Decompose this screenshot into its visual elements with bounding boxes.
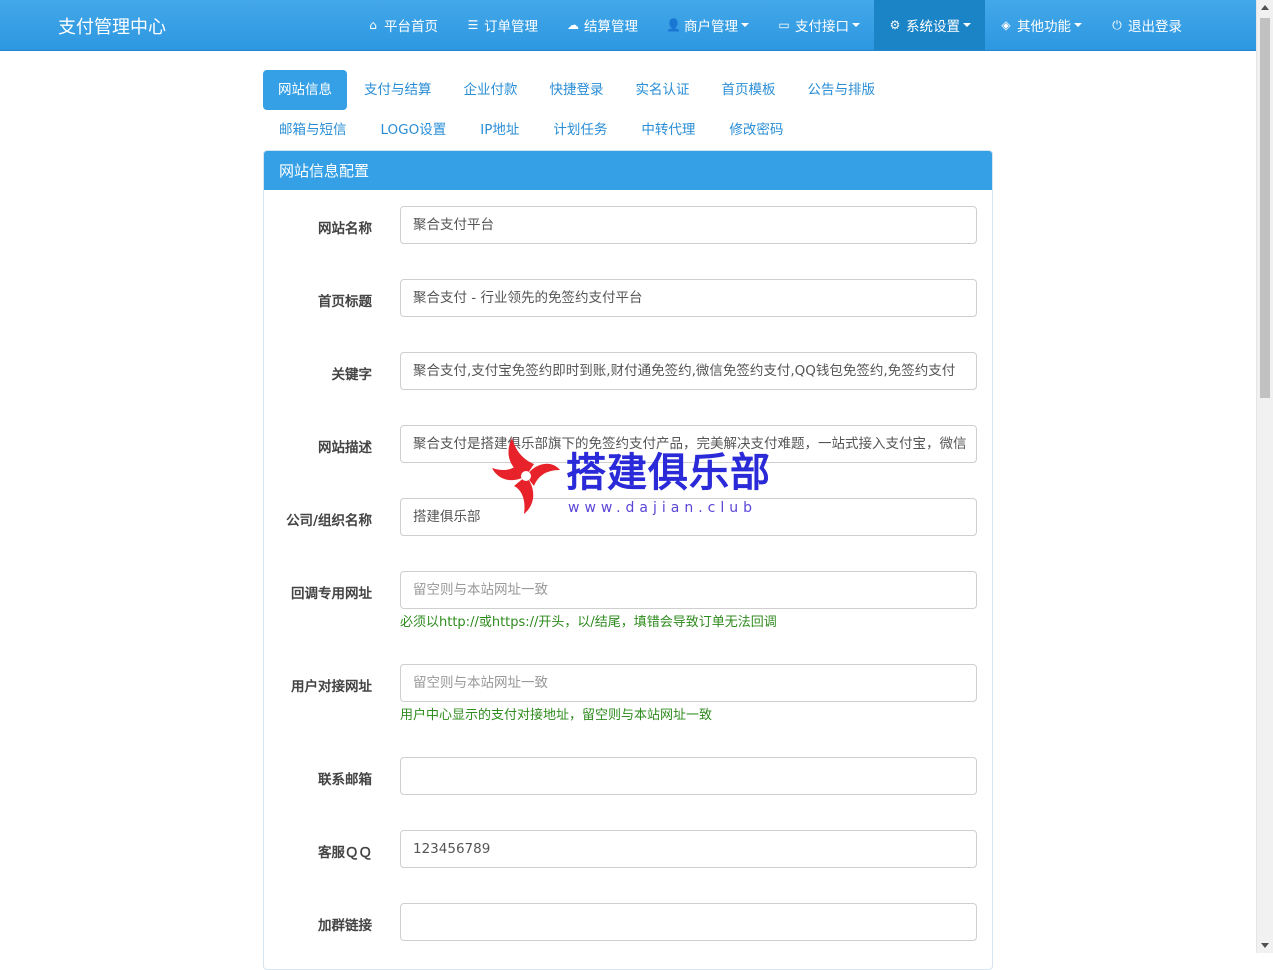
company-name-label: 公司/组织名称 [286,513,372,529]
site-info-panel: 网站信息配置 网站名称 聚合支付平台首页标题 聚合支付 - 行业领先的免签约支付平台… [263,150,993,970]
caret-down-icon [963,23,971,27]
pinwheel-logo-icon [492,438,560,514]
tab-tabs_row1-1[interactable]: 支付与结算 [349,70,447,110]
user-api-url-label: 用户对接网址 [291,679,372,695]
user-icon: 👤 [666,18,681,32]
cube-icon: ◈ [1001,18,1011,32]
tab-tabs_row2-1[interactable]: LOGO设置 [365,110,463,150]
watermark: 搭建俱乐部 www.dajian.club [486,430,786,530]
keywords-label: 关键字 [331,367,373,383]
site-name-input[interactable]: 聚合支付平台 [400,206,977,244]
callback-url-help-text: 必须以http://或https://开头，以/结尾，填错会导致订单无法回调 [400,615,777,630]
home-title-input[interactable]: 聚合支付 - 行业领先的免签约支付平台 [400,279,977,317]
service-qq-label: 客服ＱＱ [318,845,372,861]
tab-tabs_row2-3[interactable]: 计划任务 [537,110,623,150]
tab-tabs_row1-3[interactable]: 快捷登录 [535,70,619,110]
tab-tabs_row2-0[interactable]: 邮箱与短信 [263,110,363,150]
tab-tabs_row2-2[interactable]: IP地址 [464,110,535,150]
user-api-url-help-text: 用户中心显示的支付对接地址，留空则与本站网址一致 [400,708,713,723]
nav-item-7[interactable]: ⏻ 退出登录 [1096,0,1196,50]
watermark-url: www.dajian.club [568,500,758,516]
nav-item-label: 商户管理 [684,19,738,35]
callback-url-input[interactable]: 留空则与本站网址一致 [400,571,977,609]
home-icon: ⌂ [369,18,377,32]
callback-url-label: 回调专用网址 [291,586,372,602]
nav-item-label: 系统设置 [906,19,960,35]
credit-card-icon: ▭ [778,18,790,32]
caret-down-icon [741,23,749,27]
nav-item-label: 支付接口 [795,19,849,35]
panel-title: 网站信息配置 [264,151,992,190]
settings-tabs: 网站信息 支付与结算 企业付款 快捷登录 实名认证 首页模板 公告与排版 邮箱与短信 LOGO… [263,70,993,150]
nav-item-label: 结算管理 [584,19,638,35]
top-navbar: 支付管理中心 ⌂ 平台首页 ☰ 订单管理 ☁ 结算管理 👤 商户管理 ▭ 支付接口 ⚙ 系统设置 ◈ 其他… [0,0,1256,51]
nav-item-6[interactable]: ◈ 其他功能 [985,0,1096,50]
nav-item-2[interactable]: ☁ 结算管理 [552,0,652,50]
nav-item-0[interactable]: ⌂ 平台首页 [352,0,452,50]
group-link-label: 加群链接 [318,918,372,934]
tab-tabs_row1-4[interactable]: 实名认证 [621,70,705,110]
gear-icon: ⚙ [889,18,901,32]
tab-tabs_row2-5[interactable]: 修改密码 [713,110,799,150]
nav-item-label: 退出登录 [1128,19,1182,35]
keywords-input[interactable]: 聚合支付,支付宝免签约即时到账,财付通免签约,微信免签约支付,QQ钱包免签约,免… [400,352,977,390]
contact-email-label: 联系邮箱 [318,772,372,788]
power-icon: ⏻ [1112,17,1122,32]
tab-row-2: 邮箱与短信 LOGO设置 IP地址 计划任务 中转代理 修改密码 [263,110,993,150]
group-link-input[interactable] [400,903,977,941]
scroll-thumb[interactable] [1260,18,1270,398]
main-nav: ⌂ 平台首页 ☰ 订单管理 ☁ 结算管理 👤 商户管理 ▭ 支付接口 ⚙ 系统设置 ◈ 其他功能 ⏻ 退出登录 [352,0,1196,50]
tab-tabs_row1-5[interactable]: 首页模板 [707,70,791,110]
nav-item-label: 平台首页 [384,19,438,35]
list-icon: ☰ [467,18,479,32]
user-api-url-input[interactable]: 留空则与本站网址一致 [400,664,977,702]
scroll-down-arrow-icon[interactable] [1261,943,1269,948]
contact-email-input[interactable] [400,757,977,795]
nav-item-4[interactable]: ▭ 支付接口 [763,0,874,50]
nav-item-1[interactable]: ☰ 订单管理 [452,0,552,50]
tab-tabs_row1-6[interactable]: 公告与排版 [793,70,891,110]
caret-down-icon [852,23,860,27]
tab-tabs_row1-2[interactable]: 企业付款 [449,70,533,110]
site-description-label: 网站描述 [318,440,372,456]
brand-title[interactable]: 支付管理中心 [58,13,166,39]
cloud-icon: ☁ [567,18,579,32]
nav-item-label: 订单管理 [484,19,538,35]
vertical-scrollbar[interactable] [1256,0,1273,953]
watermark-text: 搭建俱乐部 [566,450,771,496]
tab-tabs_row2-4[interactable]: 中转代理 [625,110,711,150]
home-title-label: 首页标题 [318,294,372,310]
nav-item-5[interactable]: ⚙ 系统设置 [874,0,985,50]
site-name-label: 网站名称 [318,221,372,237]
tab-tabs_row1-0[interactable]: 网站信息 [263,70,347,110]
service-qq-input[interactable]: 123456789 [400,830,977,868]
nav-item-3[interactable]: 👤 商户管理 [652,0,763,50]
nav-item-label: 其他功能 [1017,19,1071,35]
caret-down-icon [1074,23,1082,27]
scroll-up-arrow-icon[interactable] [1261,5,1269,10]
tab-row-1: 网站信息 支付与结算 企业付款 快捷登录 实名认证 首页模板 公告与排版 [263,70,993,110]
